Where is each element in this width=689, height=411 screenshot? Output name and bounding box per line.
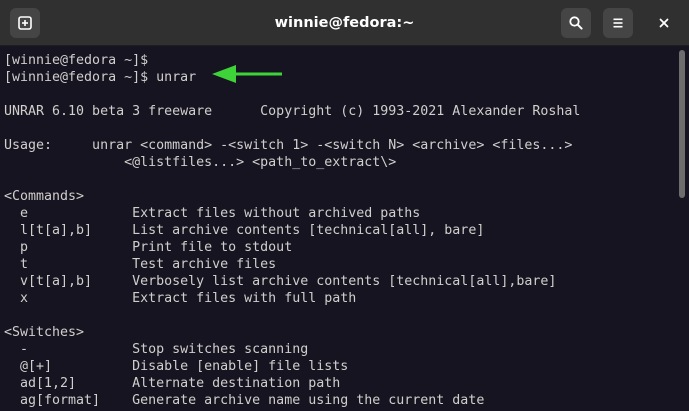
terminal-line: p Print file to stdout xyxy=(4,240,293,255)
green-arrow-annotation-icon xyxy=(212,65,282,83)
scrollbar-thumb[interactable] xyxy=(679,50,685,198)
terminal-line: <@listfiles...> <path_to_extract\> xyxy=(4,155,397,170)
terminal-line: - Stop switches scanning xyxy=(4,342,309,357)
terminal-line: x Extract files with full path xyxy=(4,291,357,306)
new-tab-button[interactable] xyxy=(10,8,40,38)
terminal-line: ad[1,2] Alternate destination path xyxy=(4,376,341,391)
menu-button[interactable] xyxy=(603,8,633,38)
terminal-output[interactable]: [winnie@fedora ~]$ [winnie@fedora ~]$ unr… xyxy=(0,46,676,411)
new-tab-icon xyxy=(18,16,32,30)
terminal-line: <Switches> xyxy=(4,325,85,340)
terminal-line: Usage: unrar <command> -<switch 1> -<swi… xyxy=(4,138,573,153)
terminal-line: [winnie@fedora ~]$ xyxy=(4,53,149,68)
terminal-line: UNRAR 6.10 beta 3 freeware Copyright (c)… xyxy=(4,104,581,119)
close-button[interactable] xyxy=(649,8,679,38)
terminal-line: e Extract files without archived paths xyxy=(4,206,421,221)
search-icon xyxy=(569,16,583,30)
terminal-line: t Test archive files xyxy=(4,257,277,272)
terminal-line: [winnie@fedora ~]$ unrar xyxy=(4,70,197,85)
terminal-line: <Commands> xyxy=(4,189,85,204)
terminal-line: @[+] Disable [enable] file lists xyxy=(4,359,349,374)
terminal-line: l[t[a],b] List archive contents [technic… xyxy=(4,223,485,238)
terminal-line: ag[format] Generate archive name using t… xyxy=(4,393,485,408)
hamburger-menu-icon xyxy=(613,18,623,28)
title-bar: winnie@fedora:~ xyxy=(0,0,689,46)
close-icon xyxy=(659,18,669,28)
search-button[interactable] xyxy=(561,8,591,38)
terminal-line: v[t[a],b] Verbosely list archive content… xyxy=(4,274,557,289)
